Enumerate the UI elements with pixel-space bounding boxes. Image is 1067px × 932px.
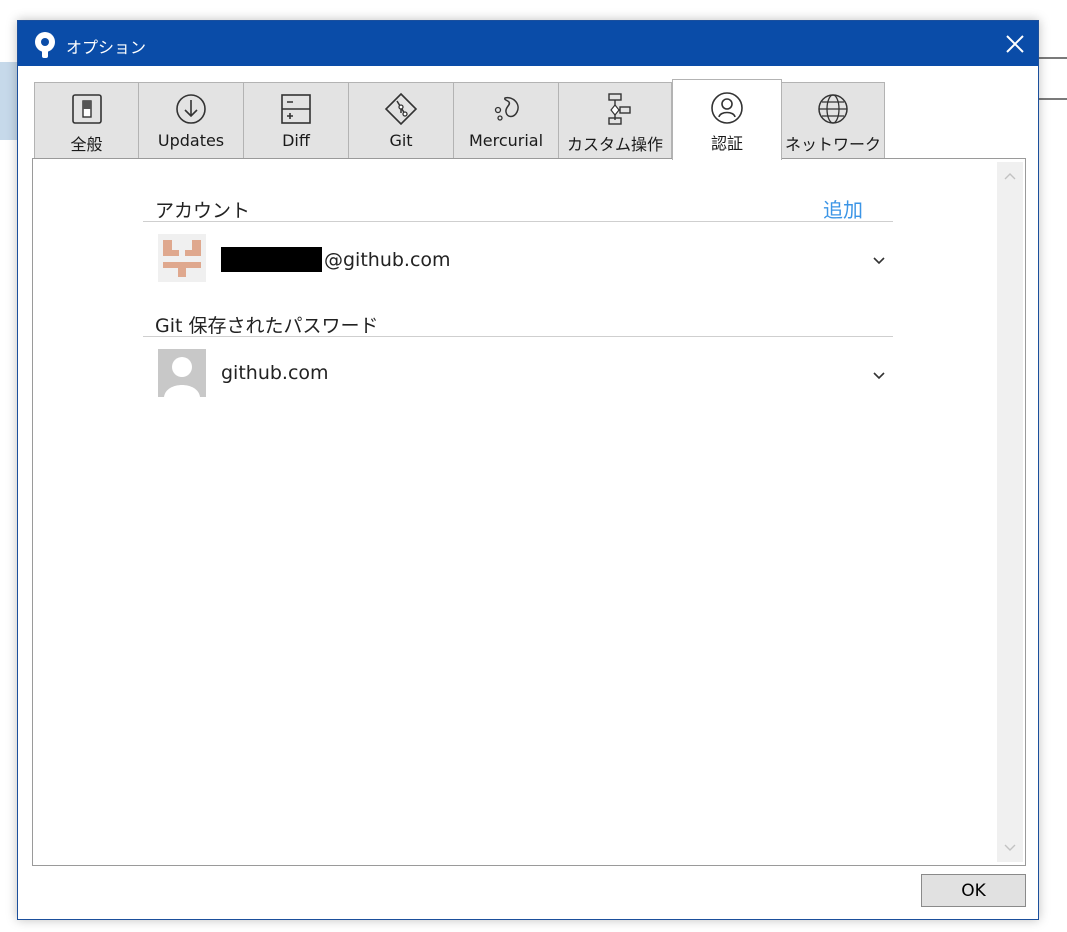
mercurial-icon [494,96,519,121]
git-passwords-section-header: Git 保存されたパスワード [143,309,893,337]
background-line [1037,98,1067,100]
options-dialog: オプション 全般 Updates Diff Git Mercurial カスタム… [17,20,1039,920]
tab-authentication[interactable]: 認証 [672,79,782,160]
accounts-section-header: アカウント 追加 [143,194,893,222]
user-icon [711,92,743,124]
title-bar: オプション [18,21,1038,66]
chevron-down-icon[interactable] [871,367,887,383]
globe-icon [818,94,848,124]
tab-label: Mercurial [468,131,544,150]
add-account-link[interactable]: 追加 [823,194,863,223]
identicon-avatar [158,234,206,282]
background-window-strip [0,62,18,140]
switch-icon [71,94,102,124]
account-email: @github.com [221,247,451,272]
authentication-panel: アカウント 追加 @github.com Git 保存されたパスワード gith… [32,158,1026,866]
chevron-up-icon [1004,173,1016,180]
download-icon [176,94,206,124]
accounts-title: アカウント [155,200,251,222]
tab-custom-actions[interactable]: カスタム操作 [558,82,672,159]
options-tabs: 全般 Updates Diff Git Mercurial カスタム操作 認証 … [34,79,894,160]
tab-network[interactable]: ネットワーク [781,82,885,159]
tab-label: Updates [157,131,225,150]
account-domain: @github.com [324,248,451,271]
saved-password-row[interactable]: github.com [143,349,893,409]
git-passwords-title: Git 保存されたパスワード [155,315,379,337]
chevron-down-icon[interactable] [871,252,887,268]
background-line [1037,57,1067,59]
close-icon [1006,34,1024,53]
sourcetree-logo-icon [35,32,55,58]
chevron-down-icon [1004,844,1016,851]
tab-label: Diff [282,131,310,150]
tab-label: ネットワーク [784,135,881,154]
tab-label: 全般 [70,135,103,154]
redacted-block [221,247,322,272]
tab-label: 認証 [710,134,743,153]
diff-icon [281,94,311,124]
window-title: オプション [66,38,147,57]
tab-general[interactable]: 全般 [34,82,139,159]
account-row[interactable]: @github.com [143,234,893,294]
tab-mercurial[interactable]: Mercurial [453,82,559,159]
default-user-avatar [158,349,206,397]
close-button[interactable] [992,21,1038,66]
tab-git[interactable]: Git [348,82,454,159]
custom-actions-icon [608,93,631,125]
saved-password-host: github.com [221,362,329,384]
tab-updates[interactable]: Updates [138,82,244,159]
scroll-up-button[interactable] [997,164,1023,188]
vertical-scrollbar[interactable] [997,162,1023,862]
tab-diff[interactable]: Diff [243,82,349,159]
tab-label: カスタム操作 [566,135,663,154]
scroll-down-button[interactable] [997,836,1023,860]
git-icon [384,92,418,126]
ok-button[interactable]: OK [921,874,1026,907]
tab-label: Git [389,131,413,150]
